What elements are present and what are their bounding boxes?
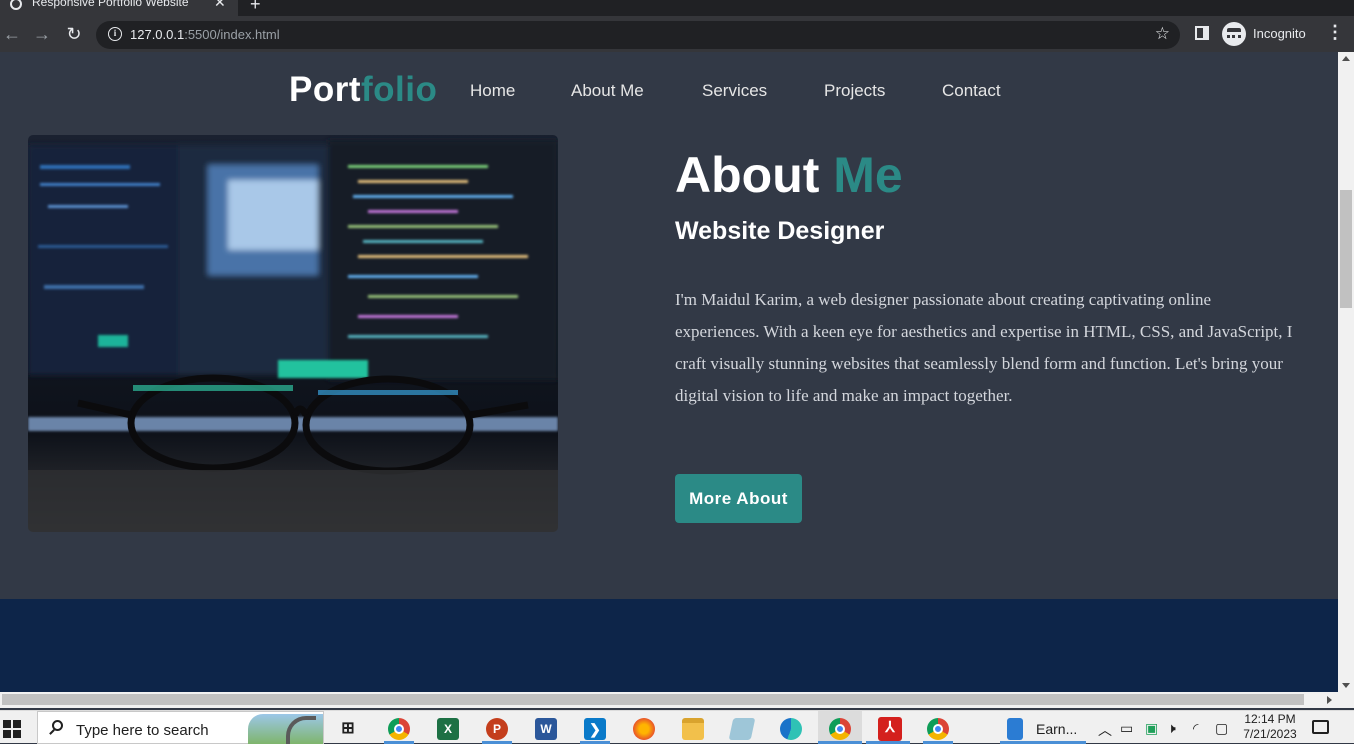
acrobat-icon[interactable]: ⅄ [878,717,902,741]
new-tab-icon[interactable]: + [250,0,261,15]
nav-home[interactable]: Home [470,81,515,101]
nav-about-me[interactable]: About Me [571,81,644,101]
tab-strip: Responsive Portfolio Website ✕ + [0,0,1354,16]
taskbar-window-label[interactable]: Earn... [1036,721,1077,737]
reload-icon[interactable]: ↻ [62,22,86,46]
heading-accent-text: Me [833,147,903,203]
page-viewport: Portfolio Home About Me Services Project… [0,52,1338,692]
bookmark-star-icon[interactable]: ☆ [1155,24,1170,44]
document-icon[interactable] [1007,718,1023,740]
display-icon[interactable]: ▢ [1215,720,1228,737]
browser-tab[interactable]: Responsive Portfolio Website ✕ [0,0,238,16]
chrome-icon[interactable] [388,718,410,740]
taskbar-search-input[interactable]: Type here to search [37,711,324,744]
scrollbar-thumb[interactable] [1340,190,1352,308]
notification-icon[interactable] [1312,720,1329,734]
site-logo[interactable]: Portfolio [289,70,437,110]
section-subheading: Website Designer [675,217,885,245]
more-about-button[interactable]: More About [675,474,802,523]
search-placeholder: Type here to search [76,722,209,739]
scroll-down-icon[interactable] [1342,683,1350,688]
side-panel-icon[interactable] [1195,26,1209,40]
incognito-label[interactable]: Incognito [1253,26,1306,41]
powerpoint-icon[interactable]: P [486,718,508,740]
windows-taskbar: Type here to search ⊞ X P W ❯ ⅄ Earn... … [0,710,1354,744]
back-icon[interactable]: ← [0,22,24,46]
forward-icon[interactable]: → [30,22,54,46]
incognito-icon[interactable] [1222,22,1246,46]
horizontal-scrollbar-thumb[interactable] [2,694,1304,705]
clock-date: 7/21/2023 [1243,727,1297,741]
volume-icon[interactable]: 🕨 [1167,720,1176,737]
file-explorer-icon[interactable] [682,718,704,740]
taskbar-clock[interactable]: 12:14 PM 7/21/2023 [1238,712,1302,742]
vscode-icon[interactable]: ❯ [584,718,606,740]
address-bar[interactable]: i 127.0.0.1:5500/index.html ☆ [96,21,1180,49]
firefox-icon[interactable] [633,718,655,740]
clock-time: 12:14 PM [1244,712,1296,726]
browser-menu-icon[interactable]: ⋮ [1326,22,1344,43]
globe-icon [10,0,22,10]
search-icon [52,720,63,731]
next-section [0,599,1338,692]
horizontal-scrollbar[interactable] [0,692,1354,708]
battery-icon[interactable]: ▭ [1120,720,1133,737]
nav-services[interactable]: Services [702,81,767,101]
chrome-incognito-icon[interactable] [829,718,851,740]
app-tray-icon[interactable]: ▣ [1145,720,1158,737]
edge-icon[interactable] [780,718,802,740]
site-info-icon[interactable]: i [108,27,122,41]
task-view-icon[interactable]: ⊞ [337,718,359,740]
about-paragraph: I'm Maidul Karim, a web designer passion… [675,290,1293,405]
section-heading: About Me [675,146,903,204]
scroll-right-icon[interactable] [1327,696,1332,704]
search-highlight-image [248,714,323,744]
chrome-profile-icon[interactable] [927,718,949,740]
logo-accent-text: folio [361,70,438,109]
nav-contact[interactable]: Contact [942,81,1001,101]
wifi-icon[interactable]: ◜ [1193,720,1198,737]
about-image [28,135,558,532]
word-icon[interactable]: W [535,718,557,740]
nav-projects[interactable]: Projects [824,81,885,101]
url-text: 127.0.0.1:5500/index.html [130,27,280,42]
close-tab-icon[interactable]: ✕ [214,0,226,11]
scroll-up-icon[interactable] [1342,56,1350,61]
logo-main-text: Port [289,70,361,109]
tab-title: Responsive Portfolio Website [32,0,189,9]
site-header: Portfolio Home About Me Services Project… [0,52,1338,132]
windows-start-icon[interactable] [3,720,21,738]
browser-toolbar: ← → ↻ i 127.0.0.1:5500/index.html ☆ Inco… [0,16,1354,52]
tray-overflow-icon[interactable]: ︿ [1098,720,1112,740]
notes-app-icon[interactable] [728,718,756,740]
excel-icon[interactable]: X [437,718,459,740]
vertical-scrollbar[interactable] [1338,52,1354,692]
heading-main-text: About [675,147,834,203]
